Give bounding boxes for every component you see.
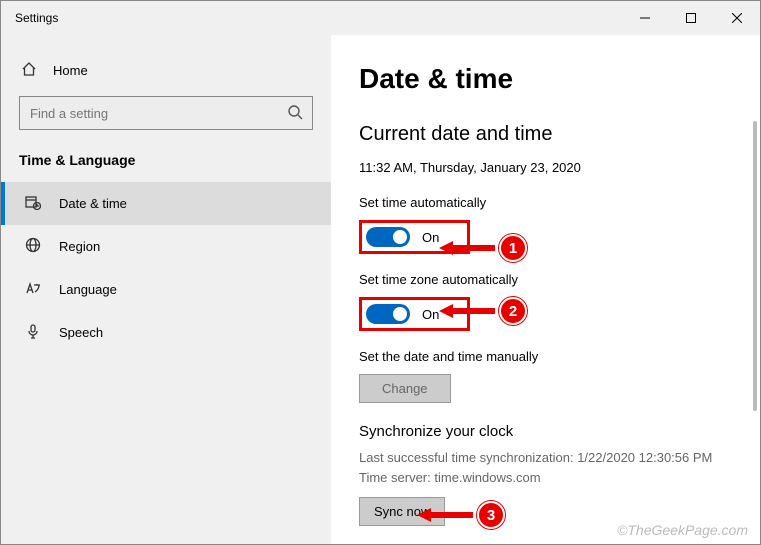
settings-window: Settings Home bbox=[0, 0, 761, 545]
auto-time-state: On bbox=[422, 230, 439, 245]
sidebar-item-label: Speech bbox=[59, 325, 103, 340]
sidebar-home-label: Home bbox=[53, 63, 88, 78]
change-button[interactable]: Change bbox=[359, 374, 451, 403]
sync-heading: Synchronize your clock bbox=[359, 423, 760, 440]
minimize-button[interactable] bbox=[622, 1, 668, 35]
auto-time-toggle-group: On bbox=[359, 220, 470, 254]
section-current-datetime: Current date and time bbox=[359, 123, 760, 146]
sidebar-item-label: Language bbox=[59, 282, 117, 297]
auto-zone-toggle-group: On bbox=[359, 297, 470, 331]
sidebar-item-language[interactable]: Language bbox=[1, 268, 331, 311]
search-icon bbox=[287, 104, 303, 125]
sync-server: Time server: time.windows.com bbox=[359, 468, 760, 488]
sidebar-item-region[interactable]: Region bbox=[1, 225, 331, 268]
home-icon bbox=[21, 61, 37, 80]
sidebar: Home Time & Language Date & time Region bbox=[1, 35, 331, 544]
sync-last: Last successful time synchronization: 1/… bbox=[359, 448, 760, 468]
search-input[interactable] bbox=[19, 96, 313, 130]
sidebar-item-label: Region bbox=[59, 239, 100, 254]
window-title: Settings bbox=[15, 11, 58, 25]
sidebar-item-label: Date & time bbox=[59, 196, 127, 211]
sync-now-button[interactable]: Sync now bbox=[359, 497, 445, 526]
auto-time-label: Set time automatically bbox=[359, 195, 760, 210]
auto-zone-state: On bbox=[422, 307, 439, 322]
auto-zone-toggle[interactable] bbox=[366, 304, 410, 324]
titlebar: Settings bbox=[1, 1, 760, 35]
window-controls bbox=[622, 1, 760, 35]
language-icon bbox=[25, 280, 41, 299]
maximize-icon bbox=[686, 13, 696, 23]
window-body: Home Time & Language Date & time Region bbox=[1, 35, 760, 544]
sync-info: Last successful time synchronization: 1/… bbox=[359, 448, 760, 487]
annotation-number: 3 bbox=[477, 501, 505, 529]
globe-icon bbox=[25, 237, 41, 256]
sidebar-category: Time & Language bbox=[1, 144, 331, 182]
auto-time-toggle[interactable] bbox=[366, 227, 410, 247]
page-title: Date & time bbox=[359, 63, 760, 95]
search-container bbox=[19, 96, 313, 130]
sidebar-item-speech[interactable]: Speech bbox=[1, 311, 331, 354]
microphone-icon bbox=[25, 323, 41, 342]
maximize-button[interactable] bbox=[668, 1, 714, 35]
current-datetime-value: 11:32 AM, Thursday, January 23, 2020 bbox=[359, 160, 760, 175]
toggle-knob bbox=[393, 230, 407, 244]
close-button[interactable] bbox=[714, 1, 760, 35]
annotation-number: 1 bbox=[499, 234, 527, 262]
annotation-number: 2 bbox=[499, 297, 527, 325]
sidebar-home[interactable]: Home bbox=[1, 53, 331, 90]
auto-zone-label: Set time zone automatically bbox=[359, 272, 760, 287]
scrollbar[interactable] bbox=[753, 121, 757, 411]
sidebar-item-date-time[interactable]: Date & time bbox=[1, 182, 331, 225]
close-icon bbox=[732, 13, 742, 23]
main-content: Date & time Current date and time 11:32 … bbox=[331, 35, 760, 544]
calendar-clock-icon bbox=[25, 194, 41, 213]
manual-datetime-label: Set the date and time manually bbox=[359, 349, 760, 364]
minimize-icon bbox=[640, 13, 650, 23]
toggle-knob bbox=[393, 307, 407, 321]
